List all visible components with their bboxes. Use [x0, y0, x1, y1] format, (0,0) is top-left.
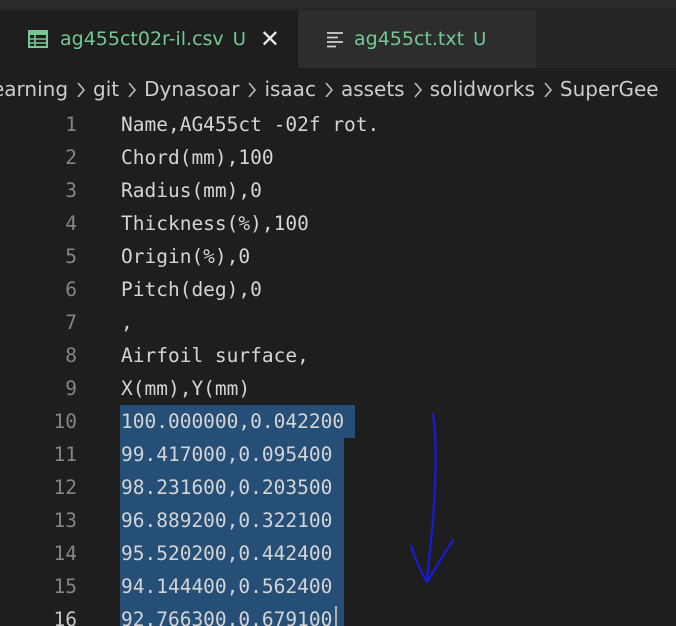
breadcrumb-item[interactable]: git	[93, 77, 119, 101]
line-text: 99.417000,0.095400	[121, 443, 333, 466]
tab-bar: ag455ct02r-il.csv U ✕ ag455ct.txt U	[0, 0, 676, 68]
line-number: 15	[53, 575, 77, 598]
code-line[interactable]: 13 96.889200,0.322100	[0, 504, 676, 537]
line-number: 10	[53, 410, 77, 433]
line-number: 4	[65, 212, 77, 235]
breadcrumb-item[interactable]: SuperGee	[560, 77, 659, 101]
line-text: 96.889200,0.322100	[121, 509, 333, 532]
line-number: 3	[65, 179, 77, 202]
line-number: 1	[65, 113, 77, 136]
tab-csv-file[interactable]: ag455ct02r-il.csv U ✕	[0, 10, 298, 68]
breadcrumb-item[interactable]: earning	[0, 77, 68, 101]
code-line[interactable]: 9 X(mm),Y(mm)	[0, 372, 676, 405]
breadcrumb-item[interactable]: assets	[341, 77, 405, 101]
line-number: 5	[65, 245, 77, 268]
code-line[interactable]: 15 94.144400,0.562400	[0, 570, 676, 603]
untracked-badge: U	[473, 28, 487, 50]
chevron-right-icon	[543, 80, 553, 98]
untracked-badge: U	[232, 28, 246, 50]
editor-window: ag455ct02r-il.csv U ✕ ag455ct.txt U earn…	[0, 0, 676, 626]
chevron-right-icon	[127, 80, 137, 98]
chevron-right-icon	[413, 80, 423, 98]
line-text: Origin(%),0	[121, 245, 251, 268]
line-text: 95.520200,0.442400	[121, 542, 333, 565]
line-number: 16	[53, 608, 77, 626]
line-number: 9	[65, 377, 77, 400]
code-line[interactable]: 5 Origin(%),0	[0, 240, 676, 273]
line-number: 13	[53, 509, 77, 532]
text-lines-icon	[326, 30, 344, 48]
code-line[interactable]: 3 Radius(mm),0	[0, 174, 676, 207]
line-text: X(mm),Y(mm)	[121, 377, 251, 400]
line-text: 100.000000,0.042200	[121, 410, 345, 433]
code-line[interactable]: 1 Name,AG455ct -02f rot.	[0, 108, 676, 141]
title-strip	[0, 0, 676, 8]
code-line[interactable]: 2 Chord(mm),100	[0, 141, 676, 174]
tab-label: ag455ct.txt	[354, 28, 465, 50]
text-cursor	[334, 606, 337, 626]
code-line[interactable]: 6 Pitch(deg),0	[0, 273, 676, 306]
tab-label: ag455ct02r-il.csv	[60, 28, 224, 50]
chevron-right-icon	[247, 80, 257, 98]
line-text: 92.766300,0.679100	[121, 608, 333, 626]
line-number: 8	[65, 344, 77, 367]
line-text: Pitch(deg),0	[121, 278, 262, 301]
breadcrumb: earning git Dynasoar isaac assets solidworks S…	[0, 70, 659, 108]
code-line[interactable]: 11 99.417000,0.095400	[0, 438, 676, 471]
table-icon	[28, 30, 48, 48]
breadcrumb-item[interactable]: Dynasoar	[144, 77, 239, 101]
chevron-right-icon	[324, 80, 334, 98]
line-number: 7	[65, 311, 77, 334]
breadcrumb-item[interactable]: solidworks	[430, 77, 535, 101]
breadcrumb-item[interactable]: isaac	[264, 77, 315, 101]
line-number: 2	[65, 146, 77, 169]
line-text: Name,AG455ct -02f rot.	[121, 113, 380, 136]
tab-txt-file[interactable]: ag455ct.txt U	[298, 10, 536, 68]
code-line[interactable]: 14 95.520200,0.442400	[0, 537, 676, 570]
chevron-right-icon	[76, 80, 86, 98]
code-editor[interactable]: 1 Name,AG455ct -02f rot. 2 Chord(mm),100 3 Ra…	[0, 108, 676, 626]
close-icon[interactable]: ✕	[260, 27, 280, 51]
line-text: Airfoil surface,	[121, 344, 309, 367]
code-line[interactable]: 8 Airfoil surface,	[0, 339, 676, 372]
code-line[interactable]: 16 92.766300,0.679100	[0, 603, 676, 626]
line-text: Radius(mm),0	[121, 179, 262, 202]
line-number: 6	[65, 278, 77, 301]
code-line[interactable]: 7,	[0, 306, 676, 339]
line-number: 14	[53, 542, 77, 565]
code-line[interactable]: 12 98.231600,0.203500	[0, 471, 676, 504]
line-number: 11	[53, 443, 77, 466]
code-line[interactable]: 10 100.000000,0.042200	[0, 405, 676, 438]
line-number: 12	[53, 476, 77, 499]
line-text: 94.144400,0.562400	[121, 575, 333, 598]
line-text: Thickness(%),100	[121, 212, 309, 235]
line-text: Chord(mm),100	[121, 146, 274, 169]
line-text: ,	[121, 311, 133, 334]
code-line[interactable]: 4 Thickness(%),100	[0, 207, 676, 240]
line-text: 98.231600,0.203500	[121, 476, 333, 499]
